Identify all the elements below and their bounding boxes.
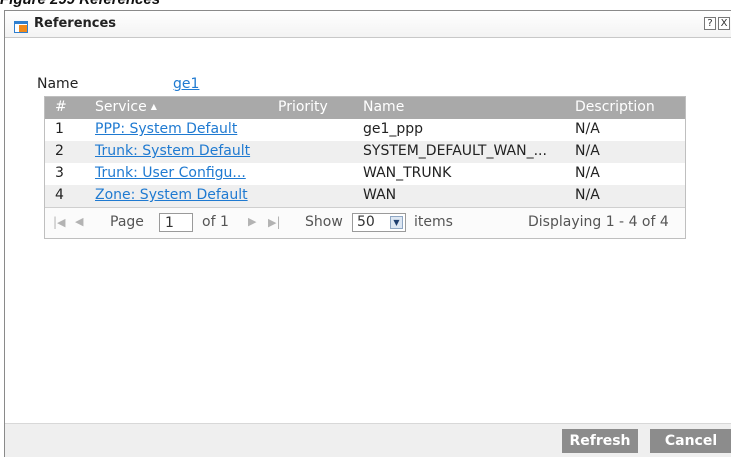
row-index: 3 <box>55 165 64 181</box>
column-header-name[interactable]: Name <box>363 99 404 115</box>
row-description: N/A <box>575 143 600 159</box>
column-header-service[interactable]: Service ▲ <box>95 99 157 115</box>
close-button[interactable]: X <box>718 17 730 30</box>
items-label: items <box>414 214 453 230</box>
page-number-input[interactable] <box>159 213 193 232</box>
row-index: 4 <box>55 187 64 203</box>
row-description: N/A <box>575 121 600 137</box>
first-page-icon[interactable]: |◀ <box>53 215 66 229</box>
last-page-icon[interactable]: ▶| <box>268 215 281 229</box>
row-name: WAN <box>363 187 397 203</box>
references-table: # Service ▲ Priority Name Description 1 P… <box>44 96 686 239</box>
table-header: # Service ▲ Priority Name Description <box>45 97 685 119</box>
row-description: N/A <box>575 165 600 181</box>
row-name: ge1_ppp <box>363 121 424 137</box>
column-header-service-label: Service <box>95 99 147 115</box>
pagination-bar: |◀ ◀ Page of 1 ▶ ▶| Show 50 ▼ items Disp… <box>45 207 685 238</box>
previous-page-icon[interactable]: ◀ <box>75 215 83 228</box>
help-button[interactable]: ? <box>704 17 716 30</box>
sort-ascending-icon: ▲ <box>150 102 157 111</box>
show-label: Show <box>305 214 343 230</box>
table-row[interactable]: 1 PPP: System Default ge1_ppp N/A <box>45 119 685 141</box>
references-window-icon <box>14 18 28 33</box>
page-size-select[interactable]: 50 ▼ <box>352 213 406 232</box>
row-name: SYSTEM_DEFAULT_WAN_... <box>363 143 547 159</box>
page-count-label: of 1 <box>202 214 229 230</box>
column-header-index[interactable]: # <box>55 99 67 115</box>
page-label: Page <box>110 214 144 230</box>
column-header-priority[interactable]: Priority <box>278 99 328 115</box>
next-page-icon[interactable]: ▶ <box>248 215 256 228</box>
service-link[interactable]: Trunk: User Configu... <box>95 165 246 181</box>
row-name: WAN_TRUNK <box>363 165 452 181</box>
title-bar[interactable]: References ? X <box>5 11 731 38</box>
row-description: N/A <box>575 187 600 203</box>
name-label: Name <box>37 76 79 92</box>
row-index: 2 <box>55 143 64 159</box>
refresh-button[interactable]: Refresh <box>562 429 638 453</box>
chevron-down-icon[interactable]: ▼ <box>390 216 403 229</box>
table-row[interactable]: 4 Zone: System Default WAN N/A <box>45 185 685 207</box>
page-size-value: 50 <box>357 214 375 230</box>
dialog-title: References <box>34 16 117 31</box>
row-index: 1 <box>55 121 64 137</box>
service-link[interactable]: Trunk: System Default <box>95 143 250 159</box>
service-link[interactable]: Zone: System Default <box>95 187 248 203</box>
displaying-status: Displaying 1 - 4 of 4 <box>528 214 669 230</box>
interface-name-link[interactable]: ge1 <box>173 76 199 92</box>
cancel-button[interactable]: Cancel <box>650 429 731 453</box>
service-link[interactable]: PPP: System Default <box>95 121 237 137</box>
references-dialog: References ? X Name ge1 # Service ▲ Prior… <box>4 10 731 457</box>
table-row[interactable]: 2 Trunk: System Default SYSTEM_DEFAULT_W… <box>45 141 685 163</box>
figure-caption: Figure 299 References <box>0 0 160 8</box>
column-header-description[interactable]: Description <box>575 99 655 115</box>
table-row[interactable]: 3 Trunk: User Configu... WAN_TRUNK N/A <box>45 163 685 185</box>
dialog-footer: Refresh Cancel <box>5 423 731 457</box>
